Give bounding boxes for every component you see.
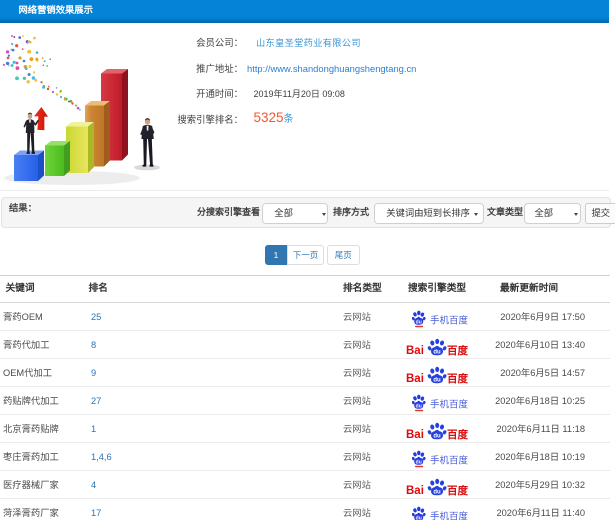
svg-text:du: du <box>433 434 441 440</box>
svg-text:du: du <box>416 320 422 326</box>
svg-text:Bai: Bai <box>406 373 424 385</box>
svg-text:Bai: Bai <box>406 485 424 497</box>
svg-text:Bai: Bai <box>406 345 424 357</box>
svg-text:du: du <box>416 404 422 410</box>
svg-text:du: du <box>433 350 441 356</box>
svg-text:du: du <box>433 378 441 384</box>
svg-text:du: du <box>416 516 422 520</box>
svg-text:du: du <box>416 460 422 466</box>
svg-text:du: du <box>433 490 441 496</box>
svg-text:Bai: Bai <box>406 429 424 441</box>
